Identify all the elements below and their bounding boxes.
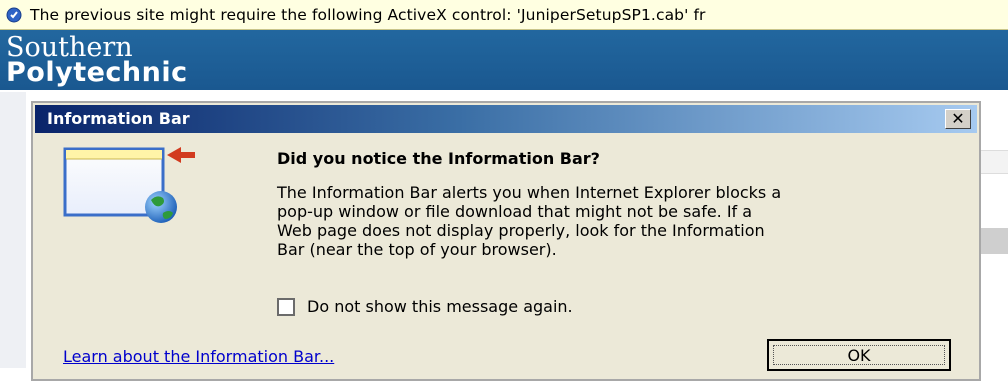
body-line: pop-up window or file download that migh… (277, 202, 753, 221)
body-line: The Information Bar alerts you when Inte… (277, 183, 782, 202)
ok-button-label: OK (847, 345, 871, 365)
dialog-heading: Did you notice the Information Bar? (277, 149, 600, 168)
close-button[interactable]: ✕ (945, 109, 971, 129)
information-bar-dialog: Information Bar ✕ Did you notice the Inf… (31, 101, 981, 381)
ie-information-bar[interactable]: The previous site might require the foll… (0, 0, 1008, 30)
ok-button[interactable]: OK (767, 339, 951, 371)
info-shield-icon (6, 7, 22, 22)
body-line: Web page does not display properly, look… (277, 221, 765, 240)
do-not-show-again-row[interactable]: Do not show this message again. (277, 297, 573, 316)
close-icon: ✕ (951, 109, 965, 128)
info-bar-text: The previous site might require the foll… (30, 5, 706, 24)
do-not-show-again-checkbox[interactable] (277, 297, 295, 316)
logo-polytechnic: Polytechnic (6, 57, 188, 88)
dialog-titlebar[interactable]: Information Bar ✕ (35, 105, 977, 133)
dialog-title: Information Bar (47, 109, 190, 128)
information-bar-illustration-icon (63, 147, 195, 223)
page-left-column (0, 92, 26, 368)
learn-about-info-bar-link[interactable]: Learn about the Information Bar... (63, 347, 334, 366)
body-line: Bar (near the top of your browser). (277, 240, 557, 259)
dialog-body-text: The Information Bar alerts you when Inte… (277, 183, 977, 259)
site-header: Southern Polytechnic (0, 30, 1008, 90)
do-not-show-again-label[interactable]: Do not show this message again. (307, 297, 573, 316)
